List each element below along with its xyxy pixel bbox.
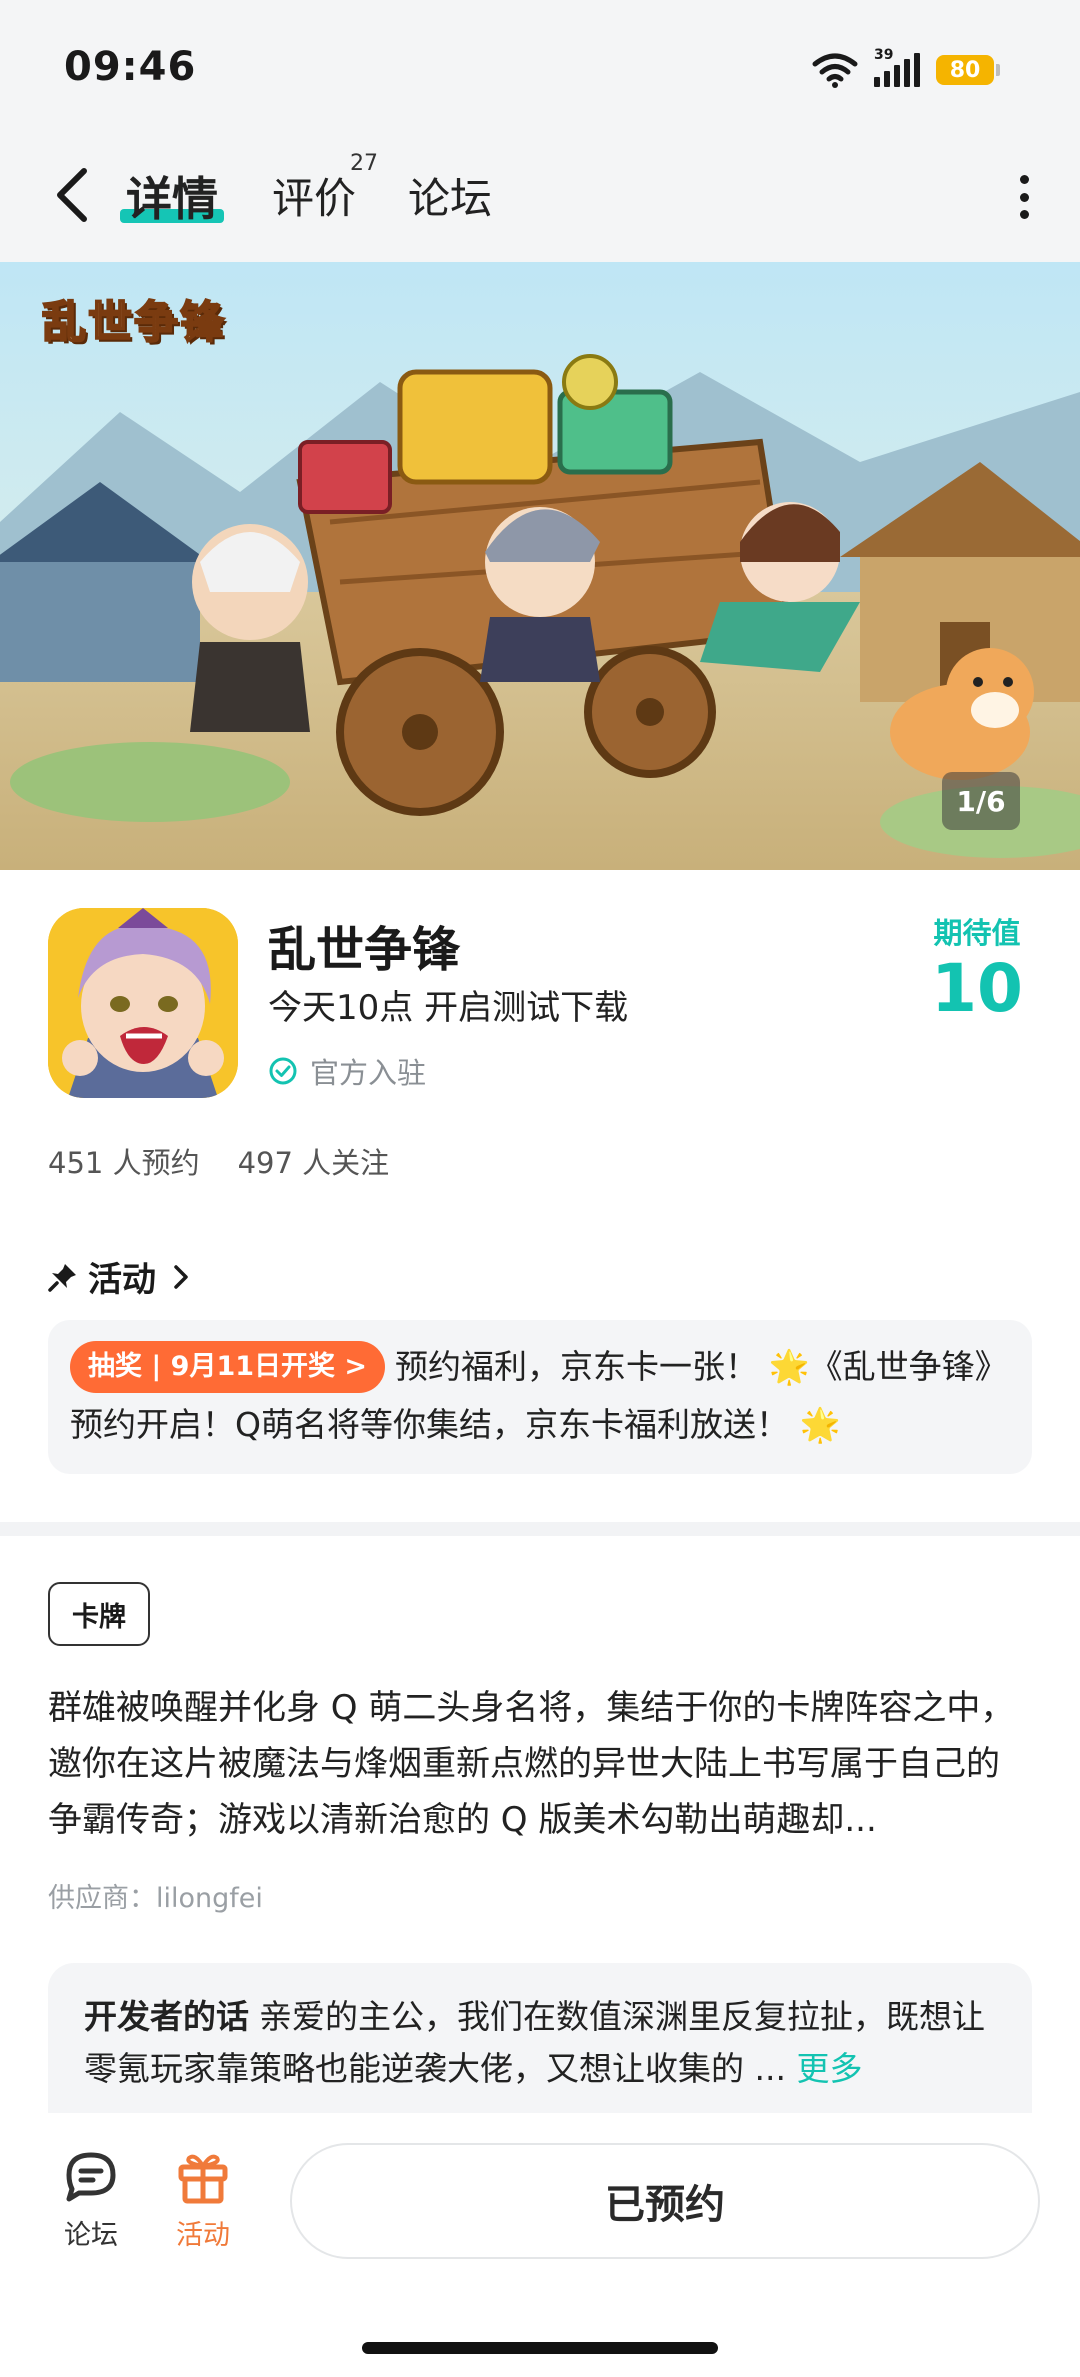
section-divider — [0, 1522, 1080, 1536]
banner-carousel[interactable]: 乱世争锋 1/6 — [0, 262, 1080, 870]
official-badge: 官方入驻 — [268, 1050, 426, 1092]
reservation-count: 451 人预约 — [48, 1146, 200, 1180]
game-app-icon — [48, 908, 238, 1098]
banner-illustration — [0, 262, 1080, 870]
wifi-icon — [812, 53, 858, 88]
expectation-value: 10 — [931, 950, 1023, 1027]
reviews-count-badge: 27 — [350, 151, 378, 176]
reserved-button[interactable]: 已预约 — [290, 2143, 1040, 2259]
status-icons: 39 80 — [812, 47, 1000, 92]
bottom-action-bar: 论坛 活动 已预约 — [0, 2113, 1080, 2377]
status-time: 09:46 — [64, 44, 197, 90]
activity-section-header[interactable]: 活动 — [48, 1252, 192, 1301]
top-nav: 详情 评价 27 论坛 — [0, 135, 1080, 262]
chevron-right-icon — [174, 1264, 188, 1289]
forum-chat-icon — [66, 2152, 116, 2202]
game-description[interactable]: 群雄被唤醒并化身 Q 萌二头身名将，集结于你的卡牌阵容之中，邀你在这片被魔法与烽… — [48, 1680, 1032, 1848]
activity-card[interactable]: 抽奖 | 9月11日开奖 > 预约福利，京东卡一张！ 🌟《乱世争锋》预约开启！Q萌… — [48, 1320, 1032, 1474]
gift-icon — [178, 2154, 228, 2204]
network-type: 39 — [874, 47, 894, 63]
developer-note-card[interactable]: 开发者的话 亲爱的主公，我们在数值深渊里反复拉扯，既想让零氪玩家靠策略也能逆袭大佬… — [48, 1963, 1032, 2113]
developer-note-more-link[interactable]: 更多 — [796, 2049, 862, 2088]
developer-note-title: 开发者的话 — [84, 1997, 249, 2036]
tab-reviews[interactable]: 评价 — [272, 165, 356, 226]
expectation-label: 期待值 — [933, 916, 1021, 950]
cellular-signal-icon: 39 — [874, 47, 920, 87]
official-label: 官方入驻 — [310, 1056, 427, 1090]
banner-game-logo: 乱世争锋 — [41, 296, 226, 349]
tab-forum[interactable]: 论坛 — [408, 165, 492, 226]
game-title: 乱世争锋 — [268, 922, 461, 978]
expectation-score: 期待值 10 — [922, 910, 1032, 1022]
follower-count: 497 人关注 — [237, 1146, 390, 1180]
battery-icon: 80 — [936, 55, 1000, 85]
verified-check-icon — [269, 1057, 297, 1085]
tab-details[interactable]: 详情 — [126, 163, 218, 229]
bottom-forum-label: 论坛 — [64, 2220, 118, 2251]
more-options-icon[interactable] — [1018, 175, 1030, 219]
genre-tag[interactable]: 卡牌 — [48, 1582, 150, 1646]
game-stats: 451 人预约 497 人关注 — [48, 1140, 389, 1182]
pin-icon — [48, 1263, 76, 1292]
bottom-activity-label: 活动 — [176, 2220, 230, 2251]
back-arrow-icon[interactable] — [50, 163, 96, 227]
home-indicator[interactable] — [362, 2342, 718, 2354]
battery-level: 80 — [936, 55, 994, 85]
supplier-info: 供应商：lilongfei — [48, 1883, 263, 1914]
bottom-forum-button[interactable]: 论坛 — [46, 2149, 136, 2252]
activity-heading: 活动 — [88, 1260, 156, 1300]
game-release-info: 今天10点 开启测试下载 — [268, 988, 629, 1028]
banner-page-indicator: 1/6 — [942, 772, 1020, 830]
status-bar: 09:46 39 80 — [0, 0, 1080, 135]
lottery-tag[interactable]: 抽奖 | 9月11日开奖 > — [70, 1341, 386, 1393]
bottom-activity-button[interactable]: 活动 — [158, 2149, 248, 2252]
